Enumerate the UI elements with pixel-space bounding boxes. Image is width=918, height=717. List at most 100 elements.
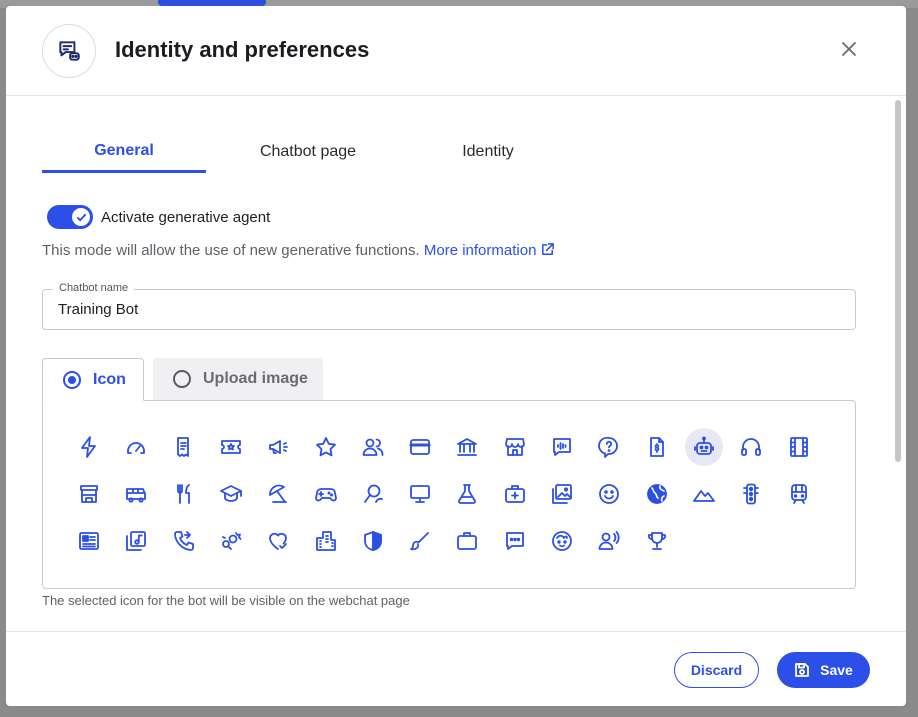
icon-option-graduation-cap[interactable] xyxy=(212,475,250,513)
generative-agent-toggle[interactable] xyxy=(47,205,93,229)
tab-general[interactable]: General xyxy=(42,131,206,173)
restaurant-icon xyxy=(176,484,190,504)
icon-option-store[interactable] xyxy=(496,428,534,466)
chatbot-name-input[interactable] xyxy=(43,290,855,329)
shield-icon xyxy=(363,531,382,551)
icon-option-search-user[interactable] xyxy=(354,475,392,513)
train-icon xyxy=(790,484,807,504)
smile-icon xyxy=(599,484,620,504)
bank-icon xyxy=(457,438,478,456)
buildings-icon xyxy=(315,531,336,551)
save-label: Save xyxy=(820,662,853,678)
icon-option-photo-album[interactable] xyxy=(543,475,581,513)
icon-option-shield[interactable] xyxy=(354,522,392,560)
bolt-icon xyxy=(81,436,96,458)
icon-option-bolt[interactable] xyxy=(70,428,108,466)
store-icon xyxy=(504,438,525,456)
icon-option-ticket[interactable] xyxy=(212,428,250,466)
icon-option-receipt[interactable] xyxy=(165,428,203,466)
icon-option-buildings[interactable] xyxy=(307,522,345,560)
receipt-icon xyxy=(176,437,189,457)
icon-option-globe[interactable] xyxy=(638,475,676,513)
icon-option-phone-call[interactable] xyxy=(165,522,203,560)
icon-option-headphones[interactable] xyxy=(732,428,770,466)
upload-image-label: Upload image xyxy=(203,370,308,387)
icon-option-comment-dots[interactable] xyxy=(496,522,534,560)
icon-mode-tab[interactable]: Icon xyxy=(42,358,144,401)
tab-chatbot-page[interactable]: Chatbot page xyxy=(232,131,384,173)
icon-option-credit-card[interactable] xyxy=(401,428,439,466)
icon-option-invoice[interactable] xyxy=(638,428,676,466)
icon-option-users[interactable] xyxy=(354,428,392,466)
icon-option-bank[interactable] xyxy=(448,428,486,466)
generative-description-text: This mode will allow the use of new gene… xyxy=(42,242,420,259)
generative-description: This mode will allow the use of new gene… xyxy=(42,242,555,259)
vertical-scrollbar[interactable] xyxy=(895,100,901,462)
users-icon xyxy=(362,438,384,456)
icon-option-pets[interactable] xyxy=(212,522,250,560)
icon-option-beach-umbrella[interactable] xyxy=(259,475,297,513)
icon-option-mountain[interactable] xyxy=(685,475,723,513)
speed-icon xyxy=(127,442,146,454)
medical-kit-icon xyxy=(504,485,525,503)
icon-option-voice-person[interactable] xyxy=(590,522,628,560)
toggle-knob xyxy=(72,208,90,226)
icon-option-speed[interactable] xyxy=(117,428,155,466)
voice-person-icon xyxy=(598,531,620,550)
icon-option-robot[interactable] xyxy=(684,428,723,466)
icon-option-monitor[interactable] xyxy=(401,475,439,513)
traffic-light-icon xyxy=(743,483,760,505)
music-library-icon xyxy=(126,531,147,551)
icon-option-train[interactable] xyxy=(780,475,818,513)
icon-option-shop[interactable] xyxy=(70,475,108,513)
dialog-title: Identity and preferences xyxy=(115,37,370,62)
icon-option-trophy[interactable] xyxy=(638,522,676,560)
icon-option-baby-face[interactable] xyxy=(543,522,581,560)
more-information-text: More information xyxy=(423,242,537,259)
film-icon xyxy=(789,437,808,457)
icon-option-bus[interactable] xyxy=(117,475,155,513)
icon-option-music-library[interactable] xyxy=(117,522,155,560)
flask-icon xyxy=(458,484,477,504)
icon-option-restaurant[interactable] xyxy=(165,475,203,513)
graduation-cap-icon xyxy=(219,485,242,502)
icon-option-help-bubble[interactable] xyxy=(590,428,628,466)
discard-button[interactable]: Discard xyxy=(674,652,759,688)
icon-option-smile[interactable] xyxy=(590,475,628,513)
paintbrush-icon xyxy=(410,532,429,551)
icon-option-heart-check[interactable] xyxy=(259,522,297,560)
close-icon xyxy=(842,42,856,56)
icon-option-newspaper[interactable] xyxy=(70,522,108,560)
headphones-icon xyxy=(741,438,762,456)
close-button[interactable] xyxy=(837,37,861,61)
heart-check-icon xyxy=(269,532,288,550)
chatbot-name-field: Chatbot name xyxy=(42,282,856,330)
identity-preferences-dialog: Identity and preferences General Chatbot… xyxy=(6,6,906,706)
icon-option-star[interactable] xyxy=(307,428,345,466)
phone-call-icon xyxy=(173,531,194,551)
icon-option-paintbrush[interactable] xyxy=(401,522,439,560)
photo-album-icon xyxy=(552,484,572,504)
icon-option-medical-kit[interactable] xyxy=(496,475,534,513)
icon-option-megaphone[interactable] xyxy=(259,428,297,466)
generative-agent-label: Activate generative agent xyxy=(101,209,271,226)
upload-image-mode-tab[interactable]: Upload image xyxy=(153,358,323,400)
save-button[interactable]: Save xyxy=(777,652,870,688)
icon-option-film[interactable] xyxy=(780,428,818,466)
icon-option-chat-wave[interactable] xyxy=(543,428,581,466)
mountain-icon xyxy=(692,490,715,502)
bus-icon xyxy=(126,488,147,503)
icon-option-flask[interactable] xyxy=(448,475,486,513)
icon-radio[interactable] xyxy=(63,370,81,389)
globe-icon xyxy=(646,484,667,504)
icon-option-traffic-light[interactable] xyxy=(732,475,770,513)
shop-icon xyxy=(80,485,98,503)
icon-option-briefcase[interactable] xyxy=(448,522,486,560)
dialog-header: Identity and preferences xyxy=(6,6,906,96)
tab-identity[interactable]: Identity xyxy=(418,131,558,173)
upload-image-radio[interactable] xyxy=(173,370,191,388)
more-information-link[interactable]: More information xyxy=(424,242,556,259)
icon-option-gamepad[interactable] xyxy=(307,475,345,513)
icon-picker-grid xyxy=(42,400,856,589)
save-icon xyxy=(795,663,810,677)
